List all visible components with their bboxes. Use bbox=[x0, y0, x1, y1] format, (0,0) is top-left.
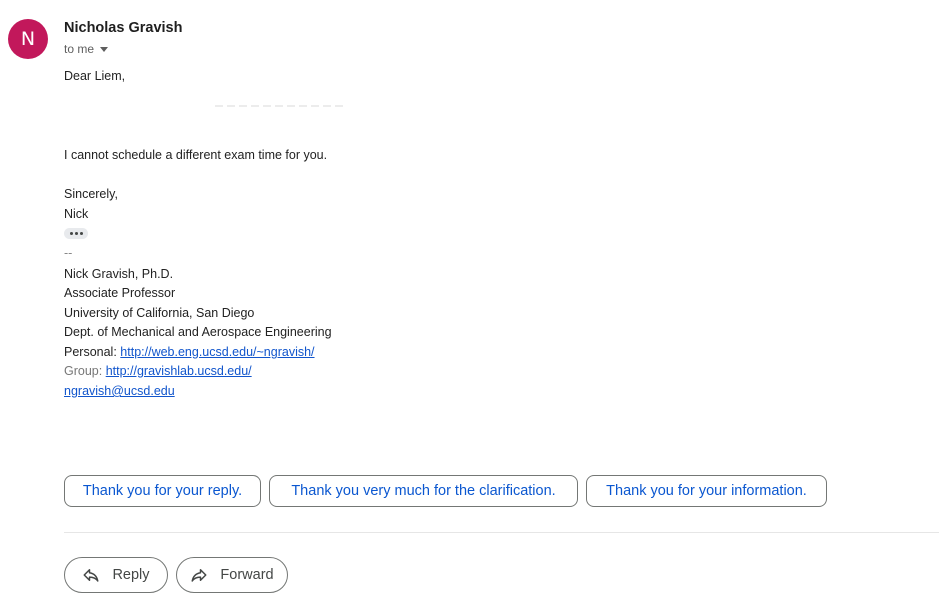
forward-label: Forward bbox=[220, 567, 274, 583]
signature-personal-row: Personal: http://web.eng.ucsd.edu/~ngrav… bbox=[64, 344, 315, 360]
reply-button[interactable]: Reply bbox=[64, 557, 168, 593]
signature-department: Dept. of Mechanical and Aerospace Engine… bbox=[64, 325, 332, 339]
faded-text-line bbox=[215, 105, 347, 107]
signature-name: Nick Gravish, Ph.D. bbox=[64, 267, 174, 281]
signature-university: University of California, San Diego bbox=[64, 306, 255, 320]
more-horiz-icon bbox=[69, 232, 73, 235]
group-link[interactable]: http://gravishlab.ucsd.edu/ bbox=[106, 364, 252, 378]
divider bbox=[64, 532, 939, 533]
recipient-label: to me bbox=[64, 42, 95, 56]
signature-group-row: Group: http://gravishlab.ucsd.edu/ bbox=[64, 363, 252, 379]
greeting: Dear Liem, bbox=[64, 69, 126, 83]
forward-icon bbox=[191, 569, 207, 582]
reply-label: Reply bbox=[112, 567, 150, 583]
smart-reply-chip[interactable]: Thank you for your information. bbox=[586, 475, 827, 507]
caret-down-icon[interactable] bbox=[100, 46, 109, 52]
reply-icon bbox=[83, 569, 99, 582]
email-link[interactable]: ngravish@ucsd.edu bbox=[64, 384, 175, 398]
group-label: Group: bbox=[64, 364, 103, 378]
personal-label: Personal: bbox=[64, 345, 117, 359]
show-trimmed-content-button[interactable] bbox=[64, 228, 88, 239]
signature-separator: -- bbox=[64, 246, 73, 260]
smart-reply-chip[interactable]: Thank you for your reply. bbox=[64, 475, 261, 507]
recipient-details-toggle[interactable]: to me bbox=[64, 42, 109, 56]
forward-button[interactable]: Forward bbox=[176, 557, 288, 593]
sign-name: Nick bbox=[64, 207, 89, 221]
personal-link[interactable]: http://web.eng.ucsd.edu/~ngravish/ bbox=[120, 345, 314, 359]
sender-name[interactable]: Nicholas Gravish bbox=[64, 20, 182, 36]
sender-avatar[interactable]: N bbox=[8, 19, 48, 59]
signature-title: Associate Professor bbox=[64, 286, 176, 300]
signature-email-row: ngravish@ucsd.edu bbox=[64, 383, 175, 399]
closing: Sincerely, bbox=[64, 187, 118, 201]
smart-reply-chip[interactable]: Thank you very much for the clarificatio… bbox=[269, 475, 578, 507]
message-text: I cannot schedule a different exam time … bbox=[64, 148, 328, 162]
